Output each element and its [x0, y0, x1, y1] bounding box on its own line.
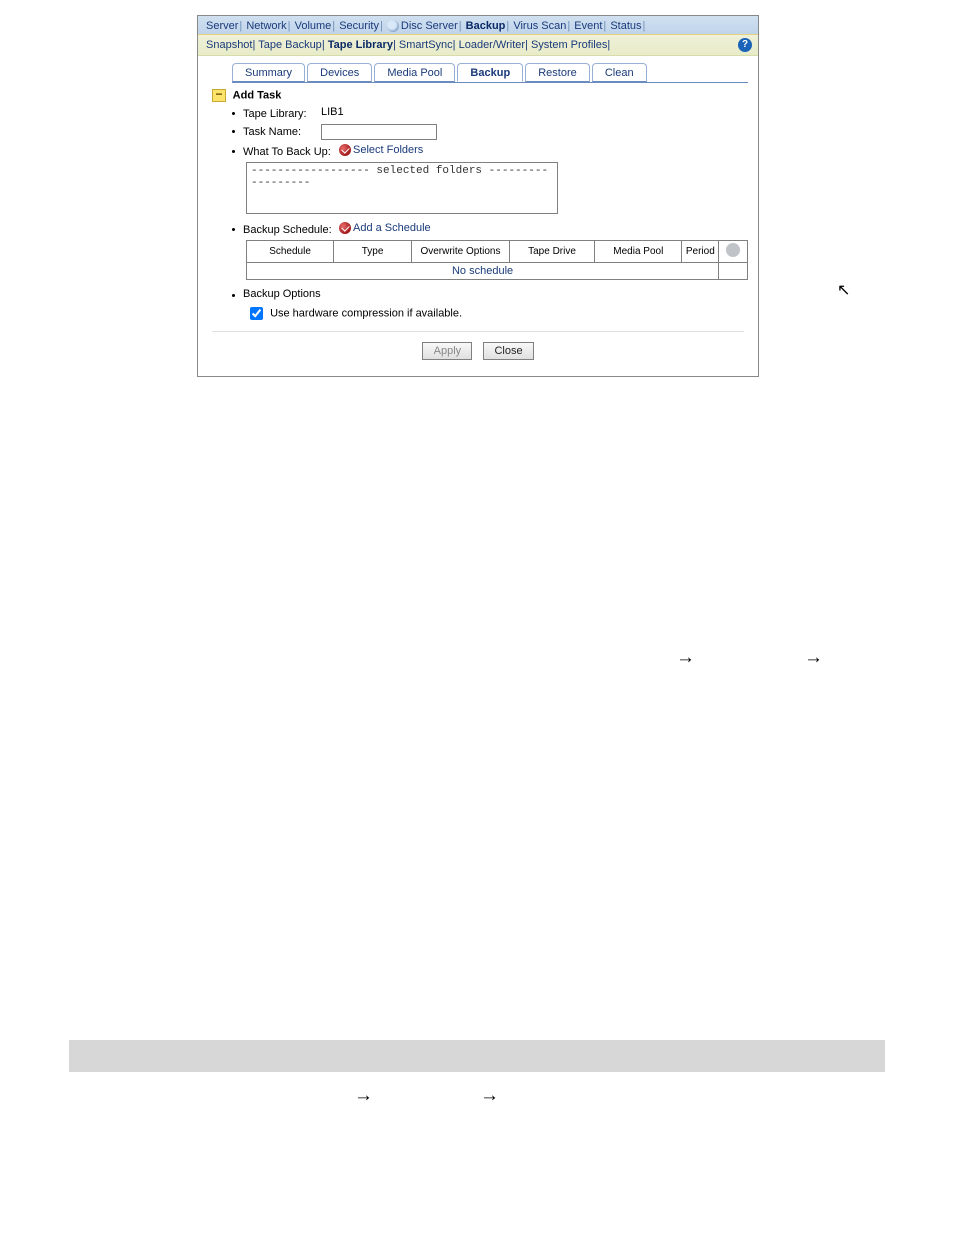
no-schedule-cell: No schedule [247, 263, 719, 280]
bullet-icon [232, 112, 235, 115]
sub-tab-tape-backup[interactable]: Tape Backup [258, 39, 322, 51]
main-tab-bar: Server| Network| Volume| Security| Disc … [198, 16, 758, 35]
main-tab-volume[interactable]: Volume [295, 20, 332, 32]
hardware-compression-checkbox[interactable] [250, 307, 263, 320]
col-period: Period [682, 241, 719, 263]
arrow-right-icon: → [676, 647, 695, 669]
bullet-icon [232, 228, 235, 231]
what-to-backup-label: What To Back Up: [243, 144, 339, 158]
tab-summary[interactable]: Summary [232, 63, 305, 82]
section-header: − Add Task [212, 89, 748, 102]
bullet-icon [232, 294, 235, 297]
backup-schedule-label: Backup Schedule: [243, 222, 339, 236]
add-schedule-link[interactable]: Add a Schedule [353, 222, 431, 234]
sub-tab-system-profiles[interactable]: System Profiles [531, 39, 607, 51]
table-row: No schedule [247, 263, 748, 280]
col-media-pool: Media Pool [595, 241, 682, 263]
divider [212, 331, 744, 332]
main-tab-disc-server[interactable]: Disc Server [401, 20, 458, 32]
tab-clean[interactable]: Clean [592, 63, 647, 82]
col-schedule: Schedule [247, 241, 334, 263]
sub-tab-smartsync[interactable]: SmartSync [399, 39, 453, 51]
empty-cell [719, 263, 748, 280]
main-tab-event[interactable]: Event [574, 20, 602, 32]
schedule-table: Schedule Type Overwrite Options Tape Dri… [246, 240, 748, 280]
cursor-icon: ↖ [837, 280, 850, 300]
page-tab-bar: Summary Devices Media Pool Backup Restor… [232, 62, 748, 83]
task-name-input[interactable] [321, 124, 437, 140]
help-icon[interactable]: ? [738, 38, 752, 52]
arrow-right-icon: → [354, 1085, 373, 1107]
sub-tab-tape-library[interactable]: Tape Library [328, 39, 393, 51]
col-tape-drive: Tape Drive [509, 241, 594, 263]
selected-folders-list[interactable]: ------------------ selected folders ----… [246, 162, 558, 214]
tab-media-pool[interactable]: Media Pool [374, 63, 455, 82]
table-header-row: Schedule Type Overwrite Options Tape Dri… [247, 241, 748, 263]
grey-bar [69, 1040, 885, 1072]
main-tab-security[interactable]: Security [339, 20, 379, 32]
col-type: Type [334, 241, 412, 263]
main-tab-status[interactable]: Status [610, 20, 641, 32]
section-title: Add Task [233, 90, 282, 102]
bullet-icon [232, 150, 235, 153]
bullet-icon [232, 130, 235, 133]
main-tab-server[interactable]: Server [206, 20, 238, 32]
tab-backup[interactable]: Backup [457, 63, 523, 82]
expand-icon[interactable]: − [212, 89, 226, 102]
hardware-compression-label: Use hardware compression if available. [270, 308, 462, 320]
tape-library-label: Tape Library: [243, 106, 321, 120]
sub-tab-snapshot[interactable]: Snapshot [206, 39, 252, 51]
trash-icon[interactable] [726, 243, 740, 257]
main-tab-network[interactable]: Network [246, 20, 286, 32]
tab-devices[interactable]: Devices [307, 63, 372, 82]
select-folders-link[interactable]: Select Folders [353, 144, 423, 156]
apply-button[interactable]: Apply [422, 342, 472, 360]
tab-restore[interactable]: Restore [525, 63, 590, 82]
main-tab-backup[interactable]: Backup [466, 20, 506, 32]
close-button[interactable]: Close [483, 342, 533, 360]
sub-tab-bar: Snapshot| Tape Backup| Tape Library| Sma… [198, 35, 758, 56]
col-delete [719, 241, 748, 263]
disc-icon [387, 20, 399, 32]
content-pane: Summary Devices Media Pool Backup Restor… [198, 56, 758, 376]
task-name-label: Task Name: [243, 124, 321, 138]
tape-library-value: LIB1 [321, 106, 748, 118]
main-tab-virus-scan[interactable]: Virus Scan [513, 20, 566, 32]
add-schedule-icon [339, 222, 351, 234]
arrow-right-icon: → [804, 647, 823, 669]
select-folders-icon [339, 144, 351, 156]
sub-tab-loader-writer[interactable]: Loader/Writer [459, 39, 525, 51]
col-overwrite: Overwrite Options [411, 241, 509, 263]
backup-options-label: Backup Options [243, 288, 321, 300]
arrow-right-icon: → [480, 1085, 499, 1107]
admin-panel: Server| Network| Volume| Security| Disc … [197, 15, 759, 377]
